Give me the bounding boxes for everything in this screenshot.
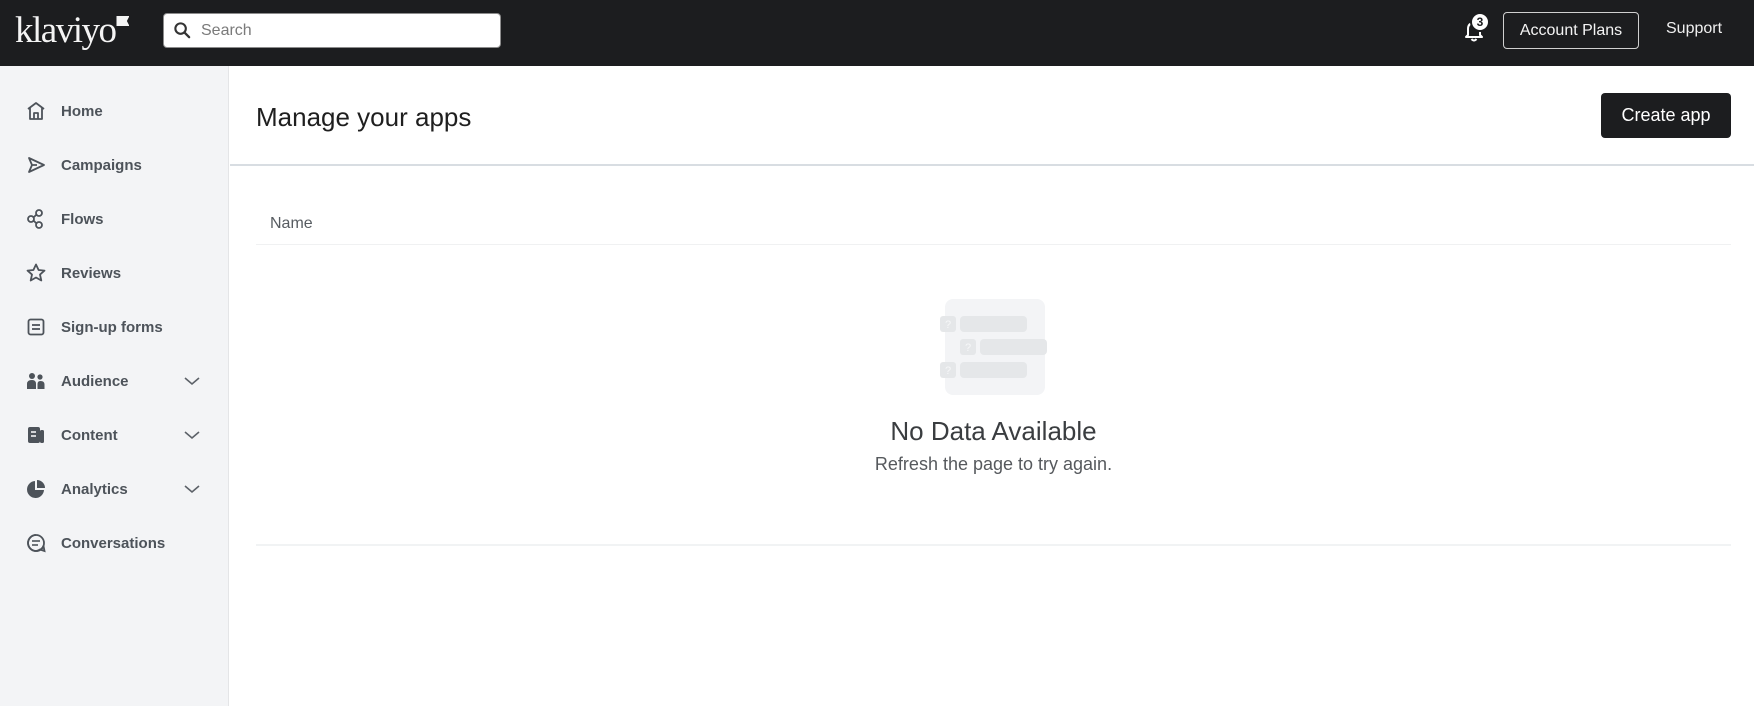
klaviyo-logo[interactable]: klaviyo bbox=[15, 10, 130, 51]
star-icon bbox=[26, 263, 46, 282]
home-icon bbox=[27, 102, 45, 120]
create-app-button[interactable]: Create app bbox=[1601, 93, 1731, 138]
sidebar-item-reviews[interactable]: Reviews bbox=[0, 253, 228, 293]
search-input[interactable] bbox=[201, 21, 491, 40]
content-icon bbox=[28, 427, 44, 443]
column-header-name[interactable]: Name bbox=[270, 215, 313, 233]
sidebar-item-label: Analytics bbox=[61, 480, 128, 498]
users-icon bbox=[27, 373, 45, 389]
sidebar-item-audience[interactable]: Audience bbox=[0, 361, 228, 401]
sidebar-item-campaigns[interactable]: Campaigns bbox=[0, 145, 228, 185]
empty-state-subtitle: Refresh the page to try again. bbox=[874, 454, 1113, 474]
sidebar-item-flows[interactable]: Flows bbox=[0, 199, 228, 239]
sidebar-item-conversations[interactable]: Conversations bbox=[0, 523, 228, 563]
sidebar-item-label: Reviews bbox=[61, 264, 122, 282]
chevron-down-icon[interactable] bbox=[183, 483, 201, 495]
support-link[interactable]: Support bbox=[1666, 20, 1722, 38]
sidebar: Home Campaigns Flows Reviews Sign-up for… bbox=[0, 66, 229, 706]
sidebar-item-label: Content bbox=[61, 426, 118, 444]
logo-flag-icon bbox=[116, 16, 130, 26]
notification-count-badge: 3 bbox=[1470, 12, 1490, 32]
search-icon bbox=[174, 22, 191, 39]
sidebar-item-content[interactable]: Content bbox=[0, 415, 228, 455]
sidebar-item-label: Flows bbox=[61, 210, 104, 228]
sidebar-item-sign-up-forms[interactable]: Sign-up forms bbox=[0, 307, 228, 347]
sidebar-item-label: Conversations bbox=[61, 534, 166, 552]
pie-chart-icon bbox=[27, 480, 45, 498]
page-title: Manage your apps bbox=[256, 102, 472, 132]
logo-text: klaviyo bbox=[15, 10, 117, 51]
form-icon bbox=[27, 318, 45, 336]
chat-icon bbox=[27, 534, 46, 553]
sidebar-item-label: Home bbox=[61, 102, 103, 120]
sidebar-item-label: Campaigns bbox=[61, 156, 142, 174]
table-bottom-divider bbox=[256, 544, 1731, 546]
chevron-down-icon[interactable] bbox=[183, 429, 201, 441]
question-mark-glyph: ? bbox=[965, 342, 971, 354]
search-box[interactable] bbox=[163, 13, 501, 48]
send-icon bbox=[28, 157, 45, 173]
account-plans-button[interactable]: Account Plans bbox=[1503, 12, 1639, 49]
sidebar-item-home[interactable]: Home bbox=[0, 91, 228, 131]
question-mark-glyph: ? bbox=[945, 365, 951, 377]
flows-icon bbox=[27, 209, 43, 229]
empty-state-title: No Data Available bbox=[890, 416, 1097, 446]
sidebar-item-label: Audience bbox=[61, 372, 129, 390]
top-bar: klaviyo 3 Account Plans Support bbox=[0, 0, 1754, 66]
empty-state-illustration-icon: ? ? ? bbox=[940, 299, 1047, 395]
page-header: Manage your apps Create app bbox=[230, 66, 1754, 166]
apps-table-header: Name bbox=[256, 205, 1731, 245]
question-mark-glyph: ? bbox=[945, 319, 951, 331]
chevron-down-icon[interactable] bbox=[183, 375, 201, 387]
sidebar-item-label: Sign-up forms bbox=[61, 318, 163, 336]
sidebar-item-analytics[interactable]: Analytics bbox=[0, 469, 228, 509]
